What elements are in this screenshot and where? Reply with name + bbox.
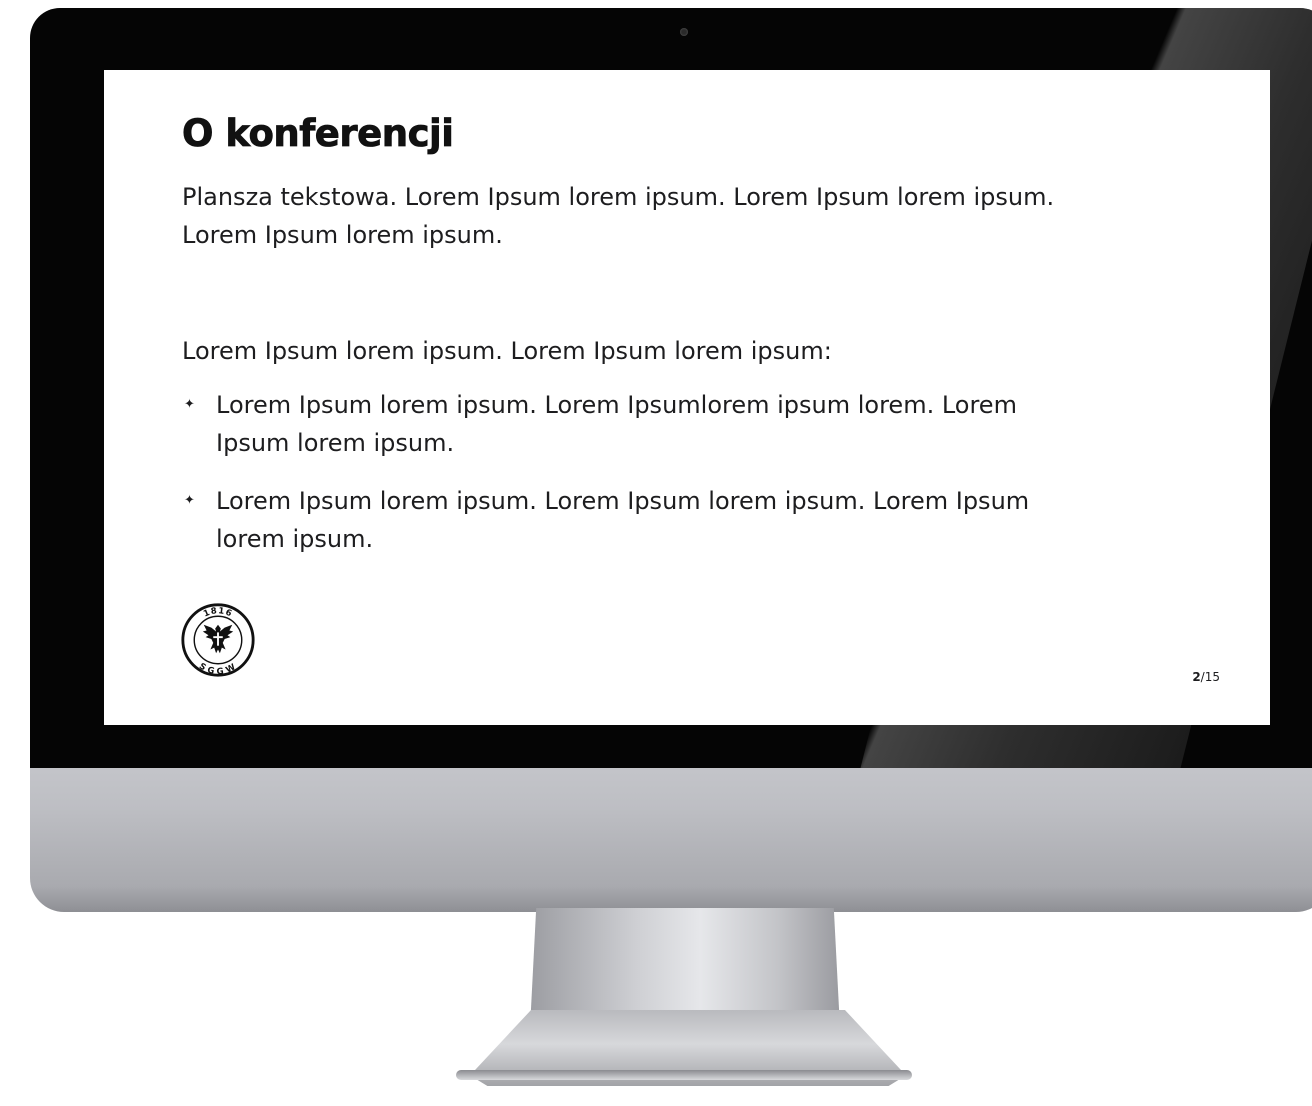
bullet-item: ✦ Lorem Ipsum lorem ipsum. Lorem Ipsumlo… — [182, 386, 1062, 462]
imac-mockup: O konferencji Plansza tekstowa. Lorem Ip… — [0, 0, 1312, 1106]
bullet-star-icon: ✦ — [184, 493, 195, 508]
presentation-slide: O konferencji Plansza tekstowa. Lorem Ip… — [104, 70, 1270, 725]
slide-lead-text: Lorem Ipsum lorem ipsum. Lorem Ipsum lor… — [182, 337, 832, 365]
bullet-star-icon: ✦ — [184, 397, 195, 412]
camera-icon — [680, 28, 688, 36]
bullet-text: Lorem Ipsum lorem ipsum. Lorem Ipsumlore… — [216, 391, 1017, 457]
slide-title: O konferencji — [182, 112, 455, 156]
bullet-item: ✦ Lorem Ipsum lorem ipsum. Lorem Ipsum l… — [182, 482, 1062, 558]
university-emblem-icon: 1816 SGGW — [181, 603, 255, 677]
page-number: 2/15 — [1192, 670, 1220, 684]
page-current: 2 — [1192, 670, 1201, 684]
bullet-text: Lorem Ipsum lorem ipsum. Lorem Ipsum lor… — [216, 487, 1030, 553]
monitor-stand-base — [456, 1070, 912, 1080]
page-total: 15 — [1204, 670, 1220, 684]
bullet-list: ✦ Lorem Ipsum lorem ipsum. Lorem Ipsumlo… — [182, 386, 1062, 578]
slide-intro-text: Plansza tekstowa. Lorem Ipsum lorem ipsu… — [182, 183, 1055, 249]
